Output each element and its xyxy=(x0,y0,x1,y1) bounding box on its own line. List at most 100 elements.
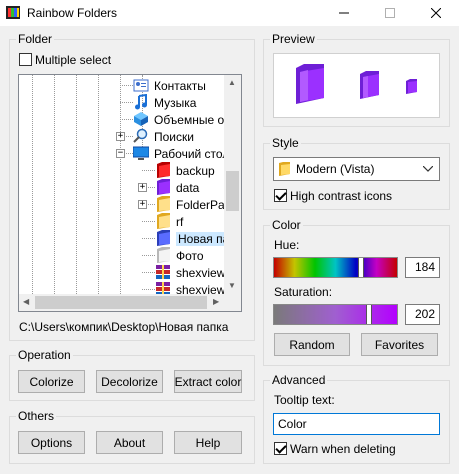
tooltip-text-label: Tooltip text: xyxy=(274,393,335,407)
tree-item[interactable]: − Рабочий стол xyxy=(19,145,225,162)
options-button[interactable]: Options xyxy=(18,431,85,454)
help-button[interactable]: Help xyxy=(174,431,242,454)
folder-path: C:\Users\компик\Desktop\Новая папка xyxy=(19,320,229,334)
close-icon xyxy=(431,8,441,18)
tree-item-label: shexview_ xyxy=(176,283,225,294)
scroll-right-icon[interactable]: ▶ xyxy=(213,297,219,306)
high-contrast-label: High contrast icons xyxy=(290,189,393,203)
tree-item-label: Новая па xyxy=(176,232,225,246)
tree-item-label: Поиски xyxy=(154,130,194,144)
minimize-icon xyxy=(339,12,349,14)
folder-tree-content: Контакты Музыка Объемные об + Поиски − Рабочий… xyxy=(19,75,225,294)
preview-group-title: Preview xyxy=(270,32,317,46)
tree-connector-line xyxy=(142,289,155,290)
others-group-title: Others xyxy=(16,409,57,423)
archive-icon xyxy=(155,281,171,294)
minimize-button[interactable] xyxy=(321,0,367,26)
tooltip-text-input[interactable]: Color xyxy=(273,413,440,435)
archive-icon xyxy=(155,264,171,280)
folder-preview-medium-icon xyxy=(360,71,379,99)
main-window: Rainbow Folders Folder Multiple select К… xyxy=(0,0,459,474)
folder-group-title: Folder xyxy=(16,32,55,46)
3d-objects-icon xyxy=(133,111,149,127)
decolorize-button[interactable]: Decolorize xyxy=(96,370,163,393)
high-contrast-checkbox[interactable] xyxy=(274,189,287,202)
folder-purple-icon xyxy=(155,179,171,195)
folder-tree[interactable]: Контакты Музыка Объемные об + Поиски − Рабочий… xyxy=(18,74,242,312)
chevron-down-icon xyxy=(423,166,433,172)
desktop-icon xyxy=(132,145,150,161)
tree-item[interactable]: backup xyxy=(19,162,225,179)
tree-horizontal-scrollbar[interactable]: ◀ ▶ xyxy=(19,294,225,311)
tree-connector-line xyxy=(142,238,155,239)
tree-connector-line xyxy=(142,170,155,171)
scroll-up-icon[interactable]: ▲ xyxy=(228,78,236,87)
tree-item[interactable]: Новая па xyxy=(19,230,225,247)
folder-yellow-icon xyxy=(279,162,290,176)
about-button[interactable]: About xyxy=(96,431,163,454)
tree-item[interactable]: + data xyxy=(19,179,225,196)
tree-item[interactable]: shexview. xyxy=(19,264,225,281)
collapse-icon[interactable]: − xyxy=(116,149,125,158)
folder-preview-small-icon xyxy=(406,79,417,94)
tree-item-label: Объемные об xyxy=(154,113,225,127)
music-icon xyxy=(133,93,149,110)
advanced-group-title: Advanced xyxy=(270,373,328,387)
folder-yellow-icon xyxy=(155,213,171,229)
scroll-down-icon[interactable]: ▼ xyxy=(228,281,236,290)
tree-item[interactable]: + FolderPair xyxy=(19,196,225,213)
tree-item[interactable]: Фото xyxy=(19,247,225,264)
tree-item-label: Рабочий стол xyxy=(154,147,225,161)
tree-item[interactable]: shexview_ xyxy=(19,281,225,294)
tree-item[interactable]: Контакты xyxy=(19,77,225,94)
saturation-label: Saturation: xyxy=(274,285,333,299)
expand-icon[interactable]: + xyxy=(116,132,125,141)
tree-item[interactable]: + Поиски xyxy=(19,128,225,145)
close-button[interactable] xyxy=(413,0,459,26)
colorize-button[interactable]: Colorize xyxy=(18,370,85,393)
window-title: Rainbow Folders xyxy=(27,6,118,20)
tree-item[interactable]: rf xyxy=(19,213,225,230)
tree-connector-line xyxy=(120,102,133,103)
maximize-icon xyxy=(385,8,395,18)
title-bar[interactable]: Rainbow Folders xyxy=(0,0,459,26)
horizontal-scroll-thumb[interactable] xyxy=(35,296,207,309)
tree-connector-line xyxy=(142,255,155,256)
tree-connector-line xyxy=(142,272,155,273)
extract-color-button[interactable]: Extract color xyxy=(174,370,242,393)
tree-item-label: Контакты xyxy=(154,79,206,93)
style-select[interactable]: Modern (Vista) xyxy=(273,157,440,181)
tree-connector-line xyxy=(142,221,155,222)
saturation-value-field[interactable]: 202 xyxy=(405,304,440,325)
expand-icon[interactable]: + xyxy=(138,183,147,192)
tree-item[interactable]: Объемные об xyxy=(19,111,225,128)
maximize-button[interactable] xyxy=(367,0,413,26)
folder-red-icon xyxy=(155,162,171,178)
hue-slider[interactable] xyxy=(273,257,398,278)
scroll-left-icon[interactable]: ◀ xyxy=(23,297,29,306)
warn-when-deleting-checkbox[interactable] xyxy=(274,442,287,455)
vertical-scroll-thumb[interactable] xyxy=(226,171,239,211)
app-icon xyxy=(6,6,20,19)
preview-box xyxy=(273,53,440,118)
folder-yellow-icon xyxy=(155,196,171,212)
hue-slider-thumb[interactable] xyxy=(358,258,364,277)
saturation-slider-thumb[interactable] xyxy=(366,305,372,324)
folder-blue-icon xyxy=(155,230,171,246)
expand-icon[interactable]: + xyxy=(138,200,147,209)
hue-value-field[interactable]: 184 xyxy=(405,257,440,278)
tree-item-label: shexview. xyxy=(176,266,225,280)
tree-vertical-scrollbar[interactable]: ▲ ▼ xyxy=(224,75,241,294)
tree-item-label: FolderPair xyxy=(176,198,225,212)
tree-item-label: rf xyxy=(176,215,184,229)
random-button[interactable]: Random xyxy=(274,333,350,356)
style-group-title: Style xyxy=(270,136,301,150)
saturation-slider[interactable] xyxy=(273,304,398,325)
tree-item-label: backup xyxy=(176,164,215,178)
tree-item-label: Фото xyxy=(176,249,204,263)
tree-item[interactable]: Музыка xyxy=(19,93,225,111)
favorites-button[interactable]: Favorites xyxy=(361,333,438,356)
tree-item-label: Музыка xyxy=(154,96,197,110)
multiple-select-checkbox[interactable] xyxy=(19,53,32,66)
folder-preview-large-icon xyxy=(296,64,324,104)
